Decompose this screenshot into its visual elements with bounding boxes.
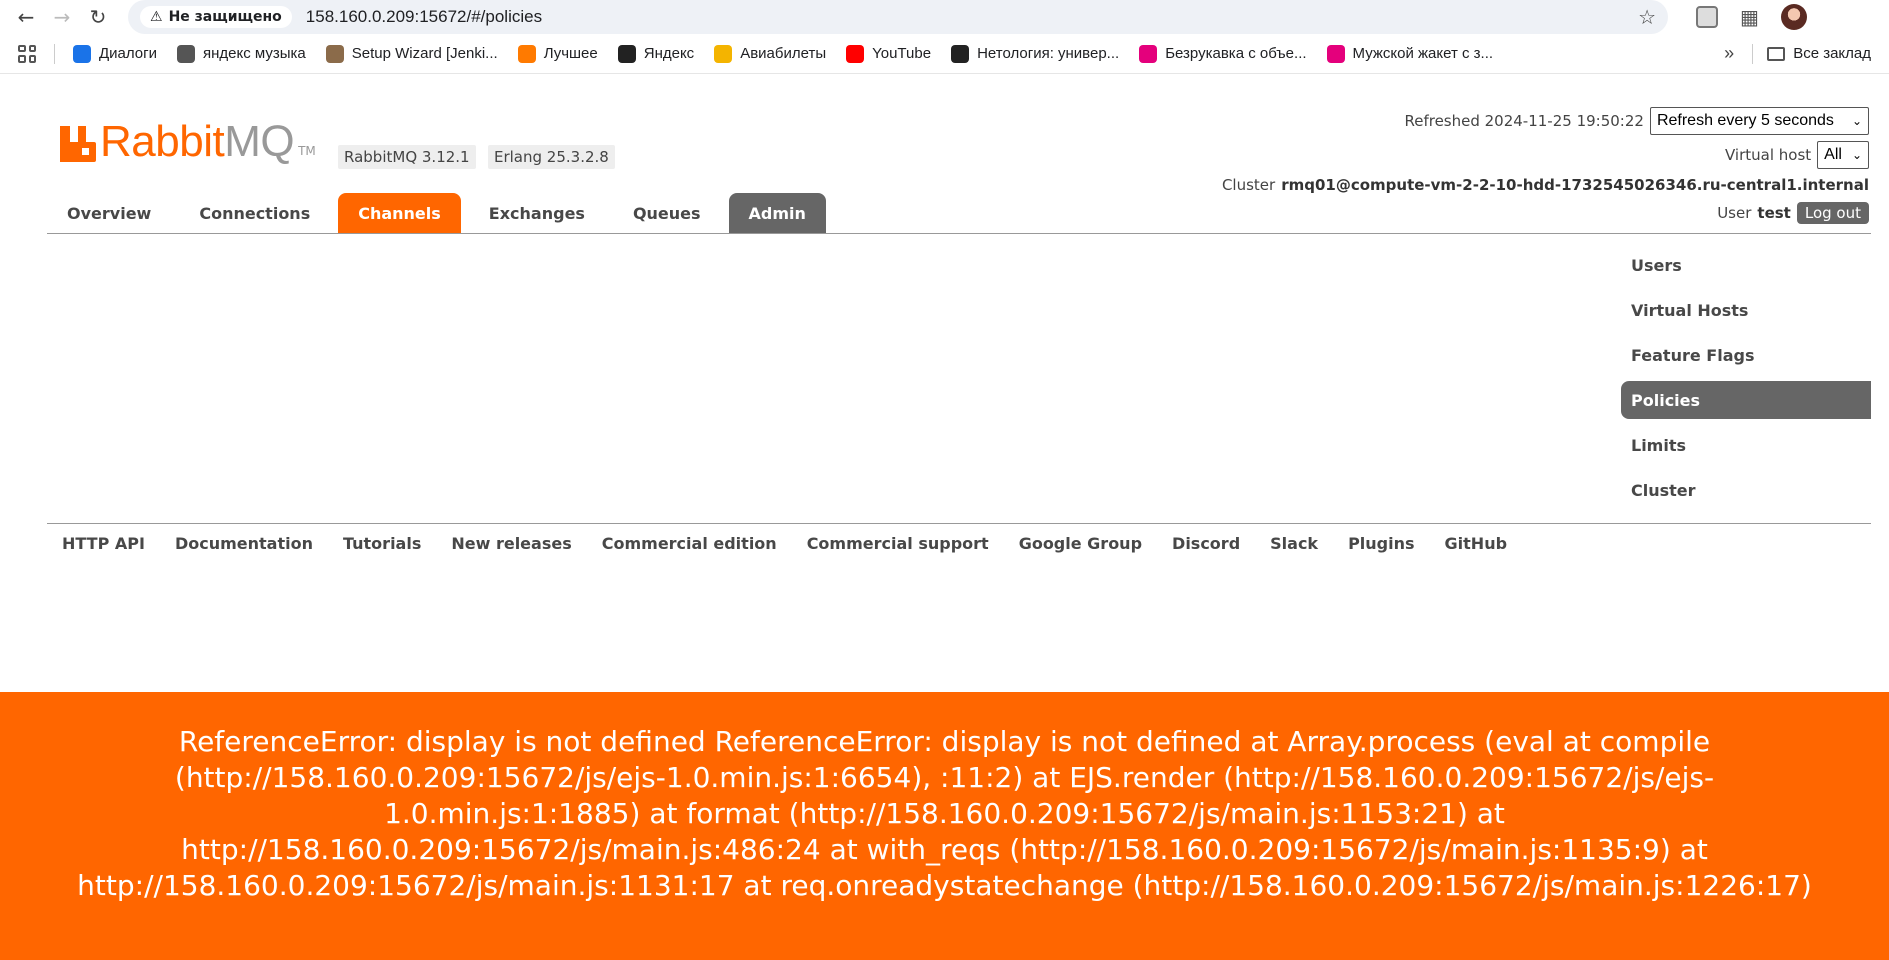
bookmark-favicon-icon [714, 44, 733, 63]
bookmark-label: Диалоги [99, 45, 157, 62]
rabbitmq-logo[interactable]: RabbitMQ TM [60, 117, 316, 166]
extension-icon[interactable] [1696, 6, 1718, 28]
bookmark-label: Безрукавка с объе... [1165, 45, 1307, 62]
url-text[interactable]: 158.160.0.209:15672/#/policies [306, 7, 1638, 27]
bookmark-item[interactable]: Нетология: универ... [951, 44, 1120, 63]
bookmark-favicon-icon [617, 44, 636, 63]
address-bar[interactable]: ⚠ Не защищено 158.160.0.209:15672/#/poli… [128, 0, 1668, 34]
admin-side-menu: Users Virtual Hosts Feature Flags Polici… [1621, 246, 1871, 516]
virtual-host-select[interactable]: All ⌄ [1817, 141, 1869, 169]
error-message: ReferenceError: display is not defined R… [77, 725, 1812, 902]
footer-link-google-group[interactable]: Google Group [1019, 534, 1142, 553]
footer-link-tutorials[interactable]: Tutorials [343, 534, 421, 553]
extensions-puzzle-icon[interactable]: ▦ [1740, 5, 1759, 29]
footer-link-github[interactable]: GitHub [1445, 534, 1508, 553]
bookmark-favicon-icon [325, 44, 344, 63]
side-item-feature-flags[interactable]: Feature Flags [1621, 336, 1871, 374]
footer-link-discord[interactable]: Discord [1172, 534, 1240, 553]
profile-avatar[interactable] [1780, 4, 1807, 30]
side-item-users[interactable]: Users [1621, 246, 1871, 284]
apps-grid-icon[interactable] [18, 44, 36, 63]
bookmark-label: Мужской жакет с з... [1352, 45, 1494, 62]
footer-link-commercial-support[interactable]: Commercial support [807, 534, 989, 553]
tab-admin[interactable]: Admin [728, 193, 826, 233]
tab-overview[interactable]: Overview [47, 193, 171, 233]
bookmark-label: YouTube [872, 45, 932, 62]
bookmark-item[interactable]: Setup Wizard [Jenki... [325, 44, 498, 63]
bookmark-item[interactable]: Яндекс [617, 44, 695, 63]
side-item-virtual-hosts[interactable]: Virtual Hosts [1621, 291, 1871, 329]
bookmarks-bar: Диалоги яндекс музыка Setup Wizard [Jenki.… [0, 34, 1889, 74]
logo-wordmark: RabbitMQ [100, 117, 295, 166]
bookmark-favicon-icon [1326, 44, 1345, 63]
chevron-down-icon: ⌄ [1851, 148, 1862, 162]
reload-icon[interactable]: ↻ [80, 0, 116, 34]
refresh-interval-select[interactable]: Refresh every 5 seconds ⌄ [1649, 107, 1869, 135]
main-tabs: Overview Connections Channels Exchanges … [47, 193, 1871, 234]
error-banner: ReferenceError: display is not defined R… [0, 692, 1889, 960]
footer-link-http-api[interactable]: HTTP API [62, 534, 145, 553]
bookmark-item[interactable]: Безрукавка с объе... [1139, 44, 1307, 63]
erlang-version-badge: Erlang 25.3.2.8 [488, 145, 615, 169]
side-item-cluster[interactable]: Cluster [1621, 471, 1871, 509]
warning-icon: ⚠ [150, 9, 163, 25]
side-item-limits[interactable]: Limits [1621, 426, 1871, 464]
footer-link-commercial-edition[interactable]: Commercial edition [602, 534, 777, 553]
bookmark-favicon-icon [846, 44, 865, 63]
bookmark-favicon-icon [517, 44, 536, 63]
bookmarks-divider [54, 43, 55, 64]
bookmark-item[interactable]: яндекс музыка [177, 44, 306, 63]
tab-channels[interactable]: Channels [338, 193, 461, 233]
bookmark-favicon-icon [951, 44, 970, 63]
bookmark-label: Нетология: универ... [977, 45, 1120, 62]
bookmark-item[interactable]: Лучшее [517, 44, 598, 63]
tab-exchanges[interactable]: Exchanges [469, 193, 605, 233]
bookmarks-divider [1752, 43, 1754, 64]
virtual-host-label: Virtual host [1724, 146, 1812, 164]
bookmark-label: яндекс музыка [203, 45, 306, 62]
forward-icon[interactable]: → [44, 0, 80, 34]
bookmark-item[interactable]: Авиабилеты [714, 44, 827, 63]
tab-connections[interactable]: Connections [179, 193, 330, 233]
tab-queues[interactable]: Queues [613, 193, 721, 233]
rabbitmq-page: RabbitMQ TM RabbitMQ 3.12.1 Erlang 25.3.… [0, 74, 1889, 694]
all-bookmarks-button[interactable]: Все заклад [1767, 45, 1871, 62]
footer-link-documentation[interactable]: Documentation [175, 534, 313, 553]
footer-link-new-releases[interactable]: New releases [451, 534, 571, 553]
cluster-name: rmq01@compute-vm-2-2-10-hdd-173254502634… [1281, 176, 1869, 194]
rabbitmq-logo-icon [60, 126, 96, 162]
footer-link-plugins[interactable]: Plugins [1348, 534, 1414, 553]
more-bookmarks-icon[interactable]: » [1724, 43, 1734, 64]
bookmark-label: Авиабилеты [740, 45, 827, 62]
logo-trademark: TM [298, 144, 316, 158]
folder-icon [1767, 46, 1786, 61]
bookmark-favicon-icon [73, 44, 91, 63]
refreshed-label: Refreshed 2024-11-25 19:50:22 [1404, 112, 1644, 130]
browser-toolbar: ← → ↻ ⚠ Не защищено 158.160.0.209:15672/… [0, 0, 1889, 34]
rabbitmq-version-badge: RabbitMQ 3.12.1 [338, 145, 476, 169]
bookmark-item[interactable]: YouTube [846, 44, 932, 63]
cluster-label: Cluster [1221, 176, 1276, 194]
back-icon[interactable]: ← [8, 0, 44, 34]
footer-link-slack[interactable]: Slack [1270, 534, 1318, 553]
side-item-policies[interactable]: Policies [1621, 381, 1871, 419]
bookmark-favicon-icon [1139, 44, 1158, 63]
security-label: Не защищено [168, 9, 282, 25]
chevron-down-icon: ⌄ [1851, 114, 1862, 128]
bookmark-favicon-icon [177, 44, 195, 63]
bookmark-label: Setup Wizard [Jenki... [351, 45, 498, 62]
bookmark-item[interactable]: Мужской жакет с з... [1326, 44, 1494, 63]
security-chip[interactable]: ⚠ Не защищено [140, 6, 292, 28]
star-icon[interactable]: ☆ [1638, 5, 1656, 29]
bookmark-label: Лучшее [543, 45, 598, 62]
footer-links: HTTP API Documentation Tutorials New rel… [47, 523, 1871, 563]
bookmark-label: Яндекс [643, 45, 695, 62]
all-bookmarks-label: Все заклад [1793, 45, 1871, 62]
bookmark-item[interactable]: Диалоги [73, 44, 157, 63]
